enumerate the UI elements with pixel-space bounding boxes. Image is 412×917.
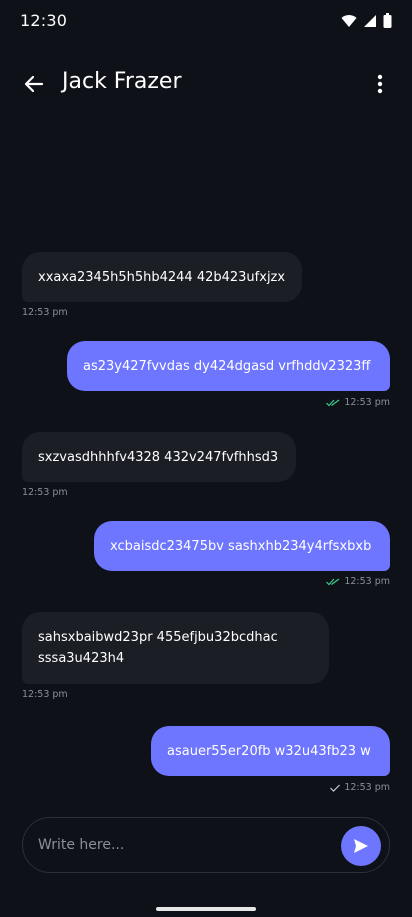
message-text: as23y427fvvdas dy424dgasd vrfhddv2323ff [83,358,371,374]
back-button[interactable] [20,70,48,98]
message-meta: 12:53 pm [326,576,390,587]
arrow-left-icon [24,75,44,93]
more-vertical-icon [377,74,383,94]
wifi-icon [341,14,357,28]
message-time: 12:53 pm [344,782,390,793]
contact-name: Jack Frazer [62,69,182,94]
home-indicator[interactable] [156,907,256,911]
chat-header: Jack Frazer [0,56,412,110]
double-check-icon [326,399,340,406]
message-input[interactable] [38,818,328,872]
message-text: xxaxa2345h5h5hb4244 42b423ufxjzx [38,269,286,285]
status-bar: 12:30 [0,0,412,44]
send-icon [354,839,368,853]
message-time: 12:53 pm [22,307,68,318]
message-meta: 12:53 pm [22,307,68,318]
message-bubble-incoming[interactable]: xxaxa2345h5h5hb4244 42b423ufxjzx [22,252,302,302]
chat-screen: 12:30 Jack Frazer xxaxa2345h5h5hb4244 42… [0,0,412,917]
message-composer [22,817,390,873]
message-bubble-outgoing[interactable]: xcbaisdc23475bv sashxhb234y4rfsxbxb [94,521,390,571]
message-text: sahsxbaibwd23pr 455efjbu32bcdhac sssa3u4… [38,630,278,666]
message-bubble-incoming[interactable]: sahsxbaibwd23pr 455efjbu32bcdhac sssa3u4… [22,612,329,684]
more-options-button[interactable] [366,70,394,98]
message-text: xcbaisdc23475bv sashxhb234y4rfsxbxb [110,538,372,554]
message-text: asauer55er20fb w32u43fb23 w [167,743,371,759]
message-bubble-incoming[interactable]: sxzvasdhhhfv4328 432v247fvfhhsd3 [22,432,296,482]
message-bubble-outgoing[interactable]: asauer55er20fb w32u43fb23 w [151,726,390,776]
message-text: sxzvasdhhhfv4328 432v247fvfhhsd3 [38,449,279,465]
message-bubble-outgoing[interactable]: as23y427fvvdas dy424dgasd vrfhddv2323ff [67,341,390,391]
message-time: 12:53 pm [344,576,390,587]
message-meta: 12:53 pm [22,487,68,498]
message-meta: 12:53 pm [326,397,390,408]
battery-icon [383,13,392,28]
check-icon [330,784,341,792]
status-icons [341,13,392,28]
message-time: 12:53 pm [344,397,390,408]
message-time: 12:53 pm [22,487,68,498]
send-button[interactable] [341,826,381,866]
message-meta: 12:53 pm [330,782,390,793]
double-check-icon [326,578,340,585]
status-time: 12:30 [20,11,68,30]
message-meta: 12:53 pm [22,689,68,700]
message-time: 12:53 pm [22,689,68,700]
signal-icon [363,14,377,28]
